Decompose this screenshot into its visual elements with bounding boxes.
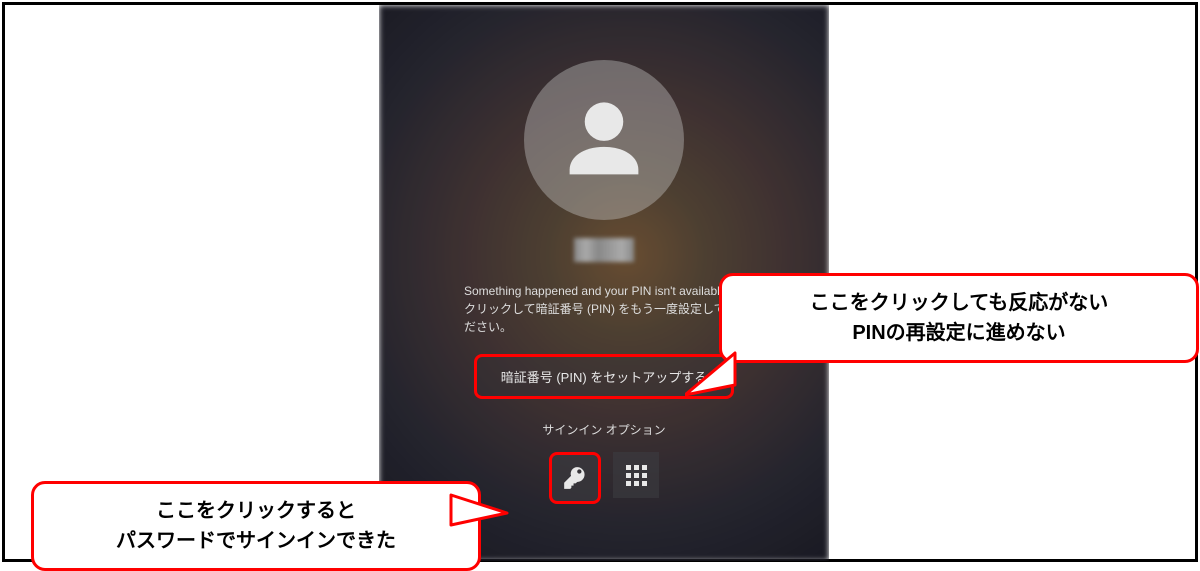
annotation-text: PINの再設定に進めない: [744, 318, 1174, 348]
annotation-text: パスワードでサインインできた: [56, 526, 456, 556]
tutorial-frame: Something happened and your PIN isn't av…: [2, 2, 1198, 562]
signin-option-icons: [549, 452, 659, 504]
key-icon: [562, 465, 588, 491]
keypad-icon: [626, 465, 647, 486]
pin-error-message: Something happened and your PIN isn't av…: [464, 282, 744, 336]
user-avatar: [524, 60, 684, 220]
password-signin-button[interactable]: [549, 452, 601, 504]
username-redacted: [574, 238, 634, 262]
annotation-text: ここをクリックすると: [56, 496, 456, 526]
annotation-password-works: ここをクリックすると パスワードでサインインできた: [31, 481, 481, 571]
callout-tail-icon: [685, 345, 745, 405]
annotation-text: ここをクリックしても反応がない: [744, 288, 1174, 318]
person-icon: [549, 85, 659, 195]
pin-signin-button[interactable]: [613, 452, 659, 498]
annotation-pin-no-response: ここをクリックしても反応がない PINの再設定に進めない: [719, 273, 1199, 363]
signin-options-label[interactable]: サインイン オプション: [542, 421, 665, 438]
callout-tail-icon: [445, 485, 515, 545]
